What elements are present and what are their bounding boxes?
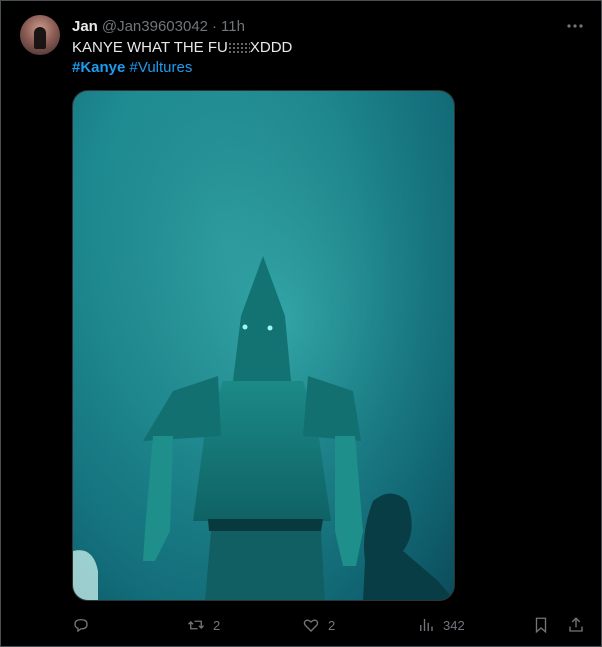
tweet-text-start: KANYE WHAT THE FU [72, 39, 228, 56]
share-button[interactable] [567, 613, 585, 637]
views-button[interactable]: 342 [417, 613, 465, 637]
retweet-icon [188, 620, 204, 630]
censored-blur [227, 42, 250, 55]
like-button[interactable]: 2 [302, 613, 335, 637]
retweet-button[interactable]: 2 [187, 613, 220, 637]
retweet-count: 2 [213, 617, 221, 633]
hashtag-vultures[interactable]: #Vultures [130, 59, 193, 76]
separator-dot: · [212, 17, 218, 35]
heart-icon [303, 619, 319, 632]
media-photo [73, 91, 454, 600]
tweet-text-end: XDDD [249, 39, 293, 56]
media-image[interactable] [72, 90, 455, 601]
views-count: 342 [443, 617, 465, 633]
more-horizontal-icon[interactable] [565, 17, 585, 35]
tweet-text: KANYE WHAT THE FU XDDD [72, 38, 292, 58]
reply-icon [74, 619, 88, 633]
reply-button[interactable] [72, 613, 98, 637]
avatar[interactable] [20, 15, 60, 55]
tweet-header: Jan @Jan39603042 · 11h [72, 16, 245, 36]
bookmark-icon [535, 617, 547, 634]
hashtags: #Kanye #Vultures [72, 58, 192, 78]
hashtag-kanye[interactable]: #Kanye [72, 59, 125, 76]
share-icon [569, 617, 583, 632]
views-chart-icon [420, 619, 433, 631]
tweet-timestamp[interactable]: 11h [221, 18, 245, 35]
like-count: 2 [328, 617, 336, 633]
bookmark-button[interactable] [532, 613, 550, 637]
author-handle[interactable]: @Jan39603042 [102, 18, 208, 35]
avatar-figure [34, 27, 46, 49]
tweet-card[interactable]: Jan @Jan39603042 · 11h KANYE WHAT THE FU… [0, 0, 602, 647]
author-name[interactable]: Jan [72, 18, 98, 35]
action-bar: 2 2 342 [1, 613, 601, 637]
